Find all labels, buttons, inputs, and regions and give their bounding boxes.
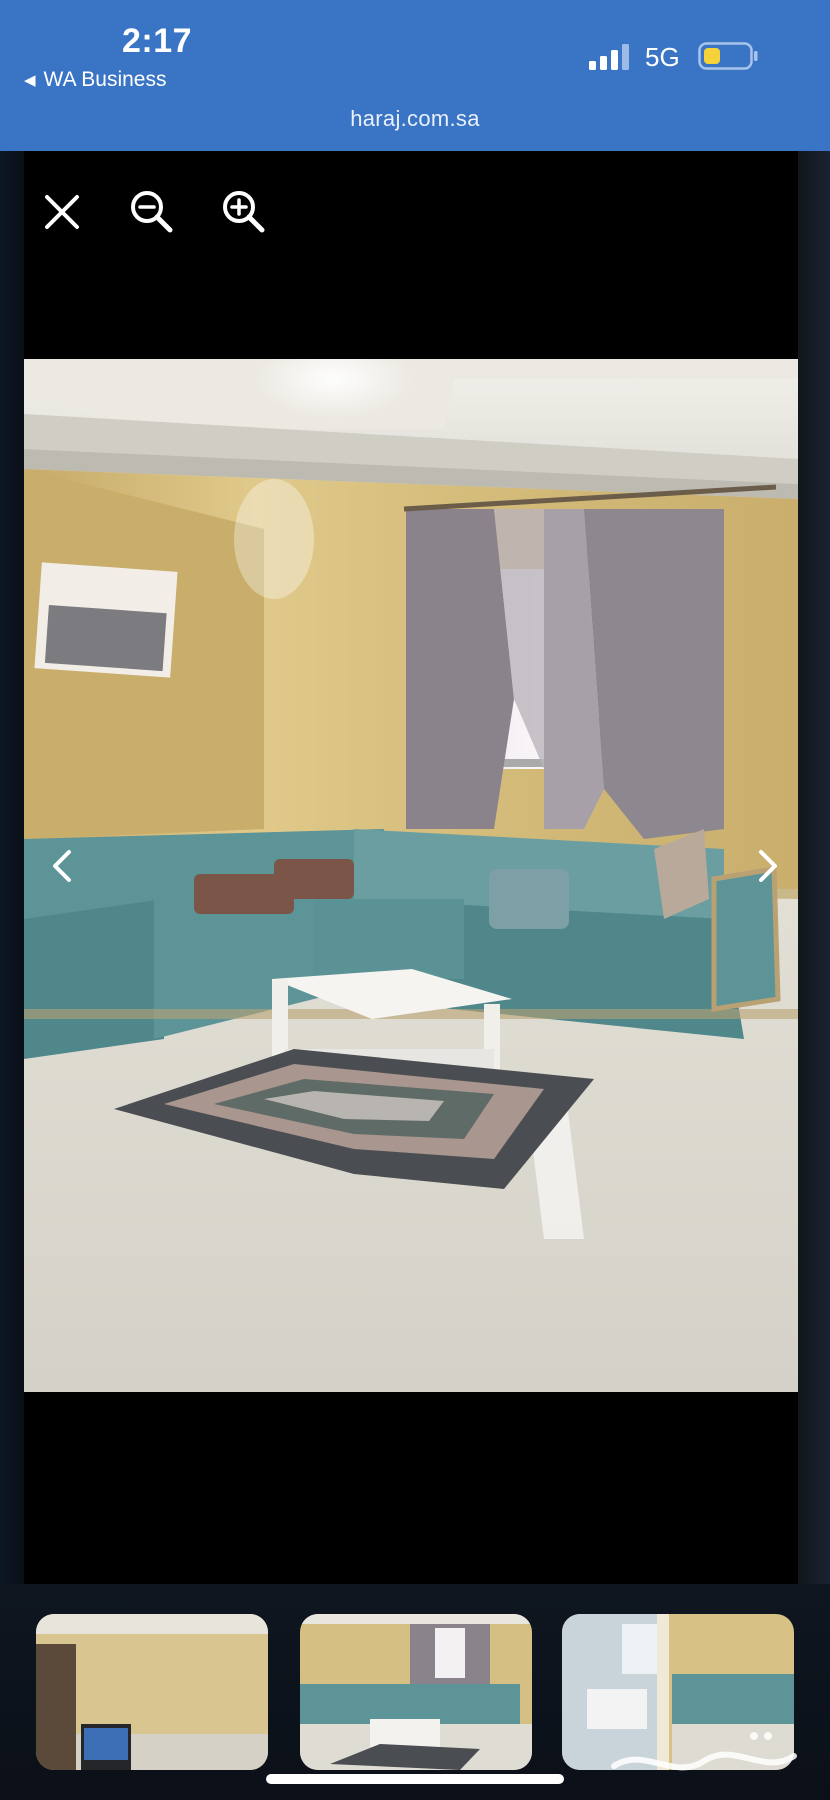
- back-triangle-icon: ◀: [24, 72, 36, 89]
- listing-photo[interactable]: [24, 359, 798, 1392]
- status-and-url-bar: 2:17 ◀ WA Business 5G haraj.com.sa: [0, 0, 830, 151]
- haraj-watermark-logo: [611, 1732, 797, 1771]
- zoom-in-button[interactable]: [220, 188, 268, 236]
- zoom-in-icon: [223, 191, 265, 233]
- back-to-app-link[interactable]: ◀ WA Business: [24, 68, 166, 92]
- cellular-signal-icon: [589, 44, 629, 70]
- zoom-out-button[interactable]: [128, 188, 176, 236]
- back-to-app-label: WA Business: [43, 68, 167, 91]
- previous-image-button[interactable]: [42, 840, 82, 892]
- battery-low-icon: [698, 42, 758, 70]
- status-time: 2:17: [122, 22, 193, 60]
- home-indicator[interactable]: [266, 1774, 564, 1784]
- address-bar-url[interactable]: haraj.com.sa: [0, 106, 830, 132]
- network-type: 5G: [645, 42, 680, 72]
- chevron-left-icon: [53, 850, 71, 882]
- living-room-photo: [24, 359, 798, 1392]
- zoom-out-icon: [131, 191, 173, 233]
- thumbnail-1[interactable]: [36, 1614, 268, 1770]
- thumbnail-2[interactable]: [300, 1614, 532, 1770]
- thumbnail-2-image: [300, 1614, 532, 1770]
- close-button[interactable]: [38, 188, 86, 236]
- chevron-right-icon: [759, 850, 777, 882]
- thumbnail-1-image: [36, 1614, 268, 1770]
- next-image-button[interactable]: [748, 840, 788, 892]
- close-icon: [45, 195, 79, 229]
